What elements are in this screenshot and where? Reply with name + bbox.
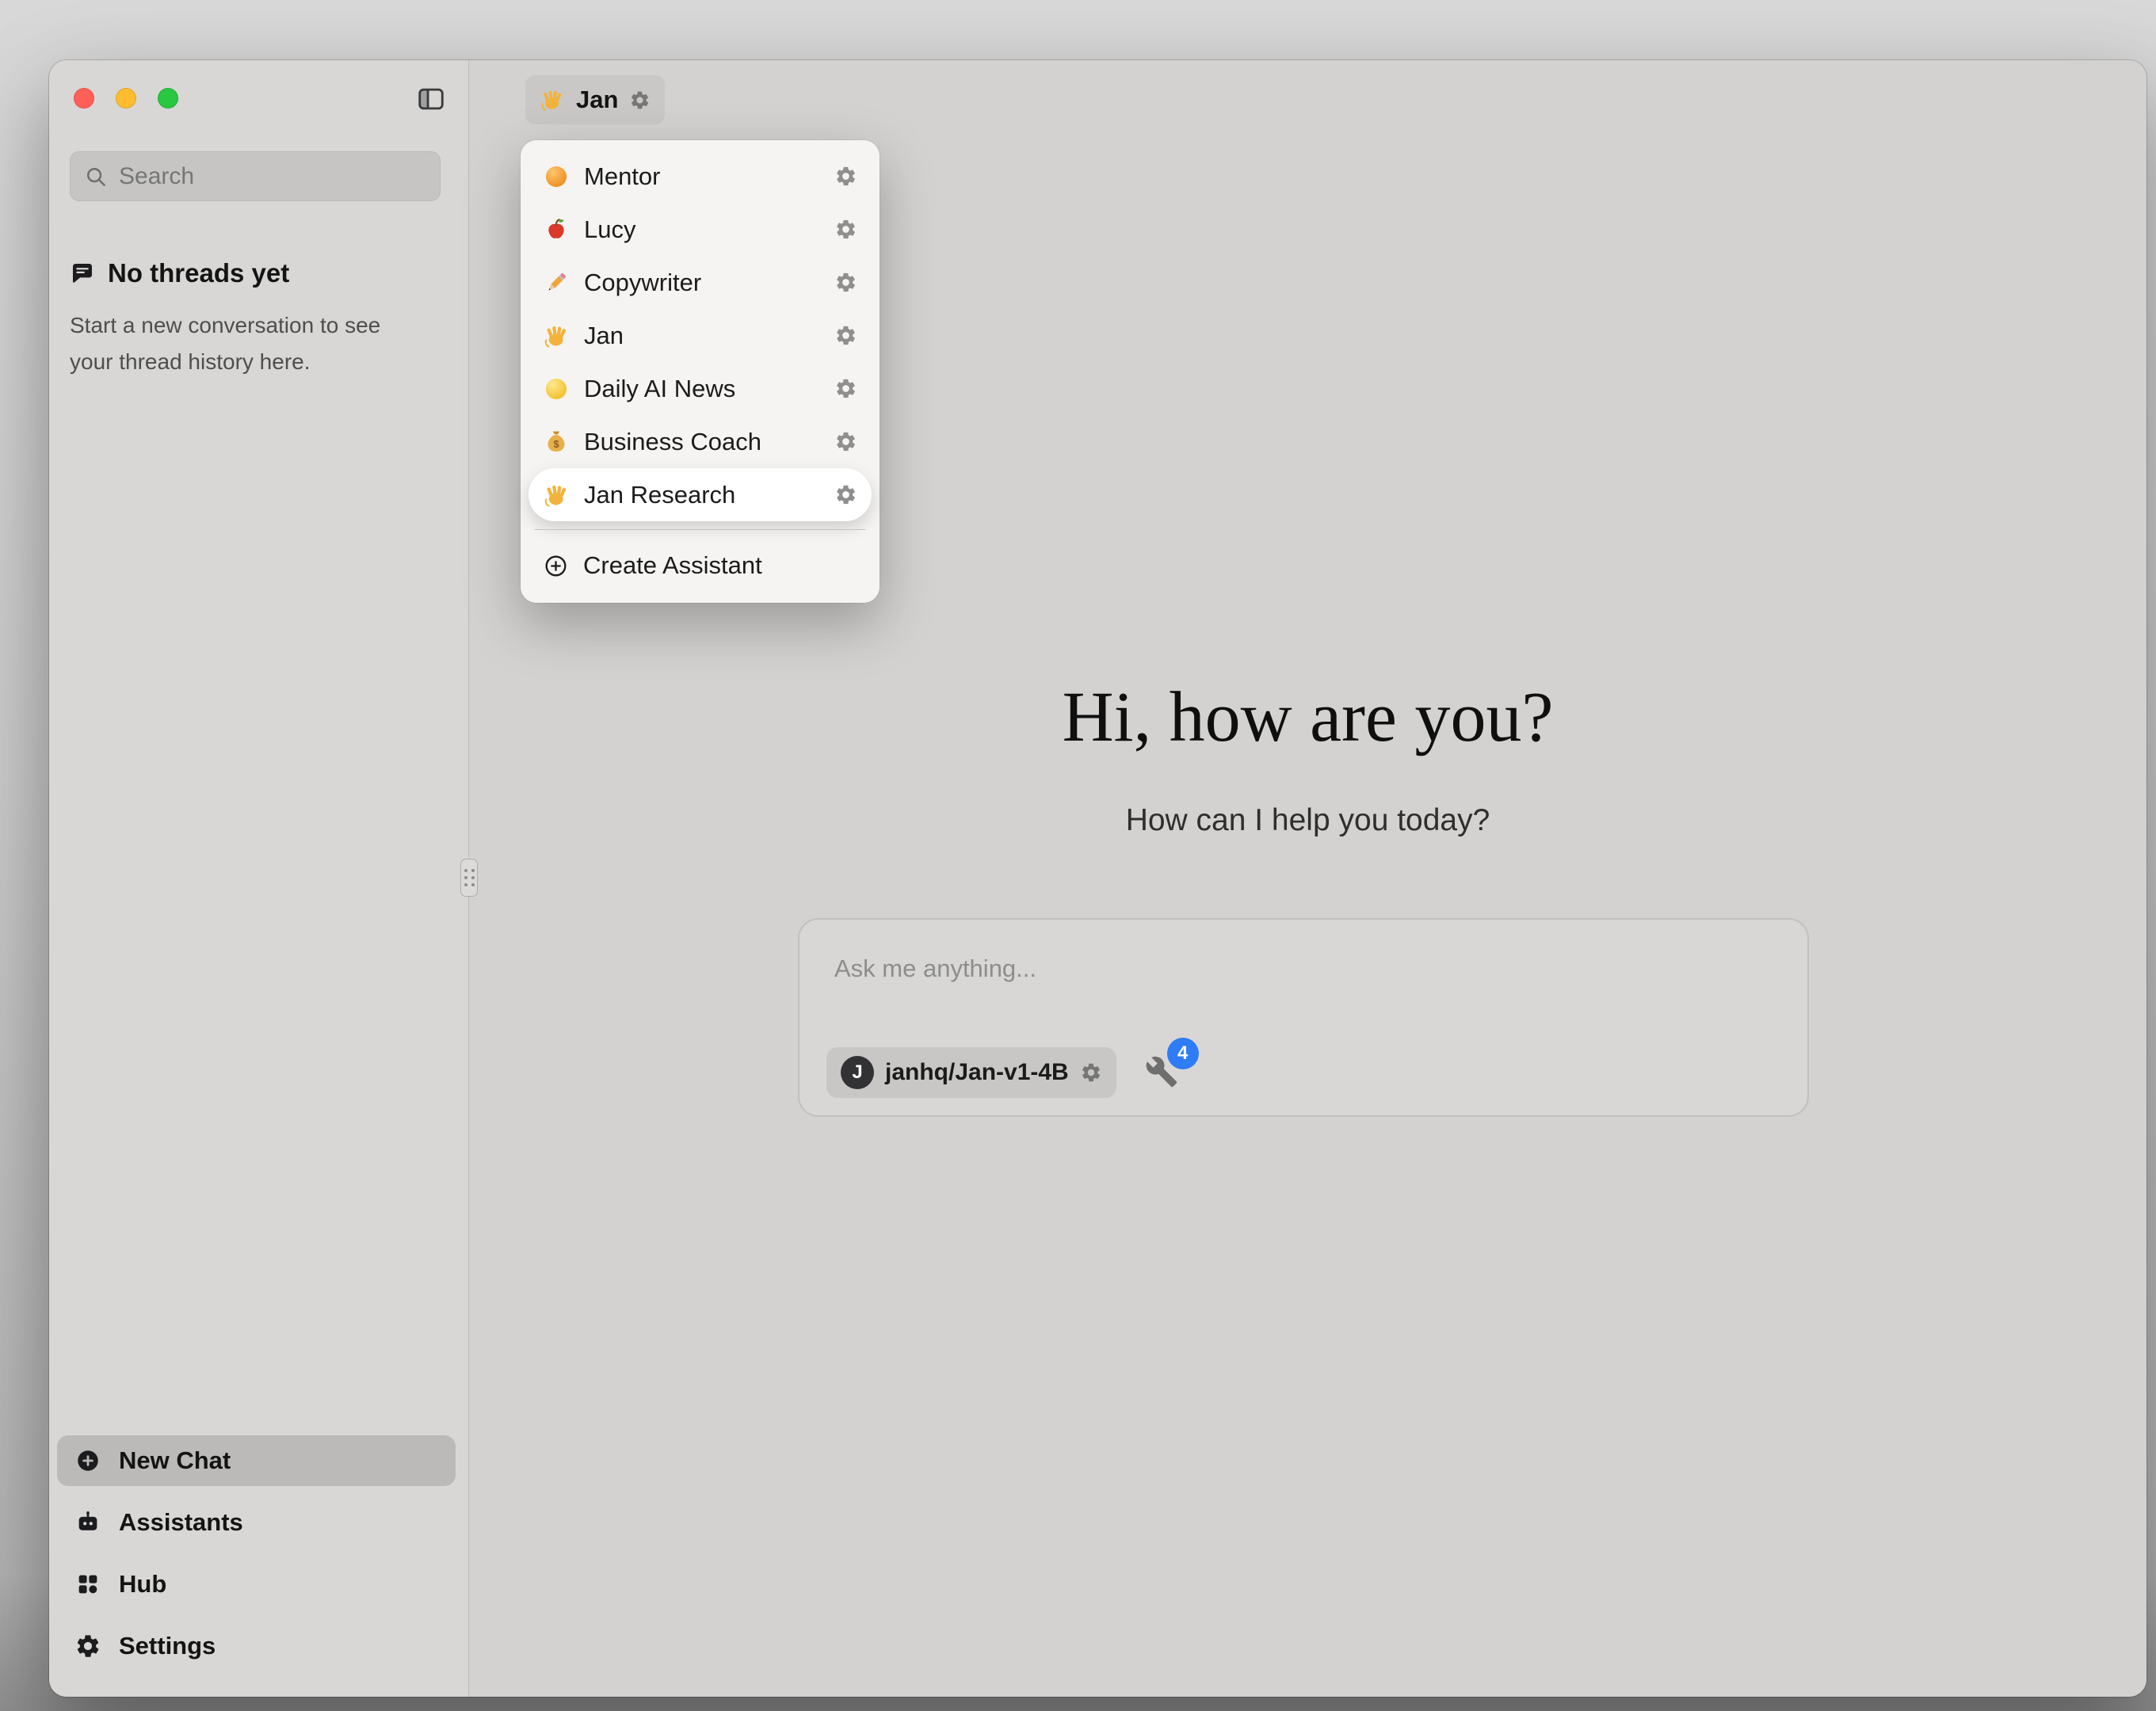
assistant-selector-button[interactable]: Jan (525, 75, 665, 124)
sidebar-item-assistants[interactable]: Assistants (57, 1497, 456, 1548)
assistant-menu-item-daily-ai-news[interactable]: Daily AI News (529, 362, 872, 415)
gear-icon[interactable] (834, 483, 857, 506)
empty-state-title: No threads yet (108, 258, 289, 288)
app-window: No threads yet Start a new conversation … (49, 60, 2146, 1697)
assistant-menu-item-lucy[interactable]: Lucy (529, 203, 872, 256)
money-bag-icon (543, 429, 570, 455)
sidebar-resize-handle[interactable] (460, 859, 478, 897)
greeting-title: Hi, how are you? (469, 676, 2146, 758)
assistant-name: Mentor (584, 162, 820, 191)
empty-threads-state: No threads yet Start a new conversation … (70, 258, 452, 380)
sidebar-item-label: Hub (119, 1570, 166, 1599)
sidebar-item-settings[interactable]: Settings (57, 1621, 456, 1671)
assistant-menu-item-business-coach[interactable]: Business Coach (529, 415, 872, 468)
create-assistant-label: Create Assistant (583, 551, 762, 580)
plus-circle-icon (543, 553, 569, 579)
greeting-subtitle: How can I help you today? (469, 803, 2146, 838)
gear-icon[interactable] (834, 324, 857, 347)
yellow-circle-icon (543, 375, 570, 402)
gear-icon[interactable] (834, 165, 857, 188)
gear-icon[interactable] (834, 377, 857, 400)
search-box[interactable] (70, 151, 441, 201)
apple-icon (543, 216, 570, 243)
assistant-menu-item-copywriter[interactable]: Copywriter (529, 256, 872, 309)
assistant-menu-item-jan-research[interactable]: Jan Research (529, 468, 872, 521)
composer-toolbar: J janhq/Jan-v1-4B 4 (826, 1047, 1180, 1098)
gear-icon[interactable] (834, 271, 857, 294)
sidebar-item-label: Settings (119, 1632, 216, 1660)
waving-hand-icon (543, 482, 570, 509)
search-icon (84, 165, 108, 189)
assistant-name: Lucy (584, 215, 820, 244)
sidebar-toggle-icon (416, 84, 446, 114)
plus-circle-icon (74, 1447, 101, 1474)
model-selector[interactable]: J janhq/Jan-v1-4B (826, 1047, 1116, 1098)
sidebar-item-label: New Chat (119, 1446, 231, 1475)
gear-icon[interactable] (1080, 1061, 1102, 1084)
chat-bubble-icon (70, 261, 95, 286)
create-assistant-button[interactable]: Create Assistant (529, 538, 872, 593)
assistant-menu-item-jan[interactable]: Jan (529, 309, 872, 362)
model-avatar: J (841, 1056, 874, 1089)
orange-circle-icon (543, 163, 570, 190)
assistant-name: Copywriter (584, 269, 820, 297)
main-area: Jan Mentor Lucy Copywriter Jan (469, 60, 2146, 1697)
assistant-name: Jan (584, 322, 820, 350)
zoom-window-button[interactable] (158, 88, 178, 109)
chat-composer[interactable]: Ask me anything... J janhq/Jan-v1-4B 4 (798, 918, 1809, 1117)
gear-icon[interactable] (629, 90, 651, 111)
empty-line-1: Start a new conversation to see (70, 313, 380, 337)
assistant-name: Daily AI News (584, 375, 820, 403)
gear-icon[interactable] (834, 430, 857, 453)
assistant-name: Business Coach (584, 428, 820, 456)
minimize-window-button[interactable] (116, 88, 136, 109)
sidebar: No threads yet Start a new conversation … (49, 60, 469, 1697)
sidebar-bottom-nav: New Chat Assistants Hub Settings (57, 1435, 456, 1671)
assistant-selector-label: Jan (576, 86, 618, 114)
sidebar-item-label: Assistants (119, 1508, 243, 1537)
close-window-button[interactable] (74, 88, 94, 109)
tools-button[interactable]: 4 (1145, 1055, 1180, 1090)
tools-count-badge: 4 (1167, 1038, 1199, 1069)
model-name: janhq/Jan-v1-4B (885, 1059, 1069, 1086)
assistant-dropdown-menu: Mentor Lucy Copywriter Jan Daily AI News (521, 140, 880, 603)
empty-line-2: your thread history here. (70, 349, 311, 374)
pencil-icon (543, 269, 570, 296)
search-input[interactable] (119, 163, 426, 190)
assistants-icon (74, 1509, 101, 1536)
empty-state-description: Start a new conversation to see your thr… (70, 307, 452, 380)
waving-hand-icon (540, 87, 565, 112)
hub-grid-icon (74, 1571, 101, 1598)
gear-icon (74, 1633, 101, 1660)
assistant-menu-item-mentor[interactable]: Mentor (529, 150, 872, 203)
waving-hand-icon (543, 322, 570, 349)
menu-divider (535, 529, 865, 530)
message-input[interactable]: Ask me anything... (834, 955, 1036, 983)
window-controls (74, 88, 178, 109)
sidebar-item-new-chat[interactable]: New Chat (57, 1435, 456, 1486)
sidebar-item-hub[interactable]: Hub (57, 1559, 456, 1610)
sidebar-toggle-button[interactable] (416, 84, 446, 114)
assistant-name: Jan Research (584, 481, 820, 509)
gear-icon[interactable] (834, 218, 857, 241)
